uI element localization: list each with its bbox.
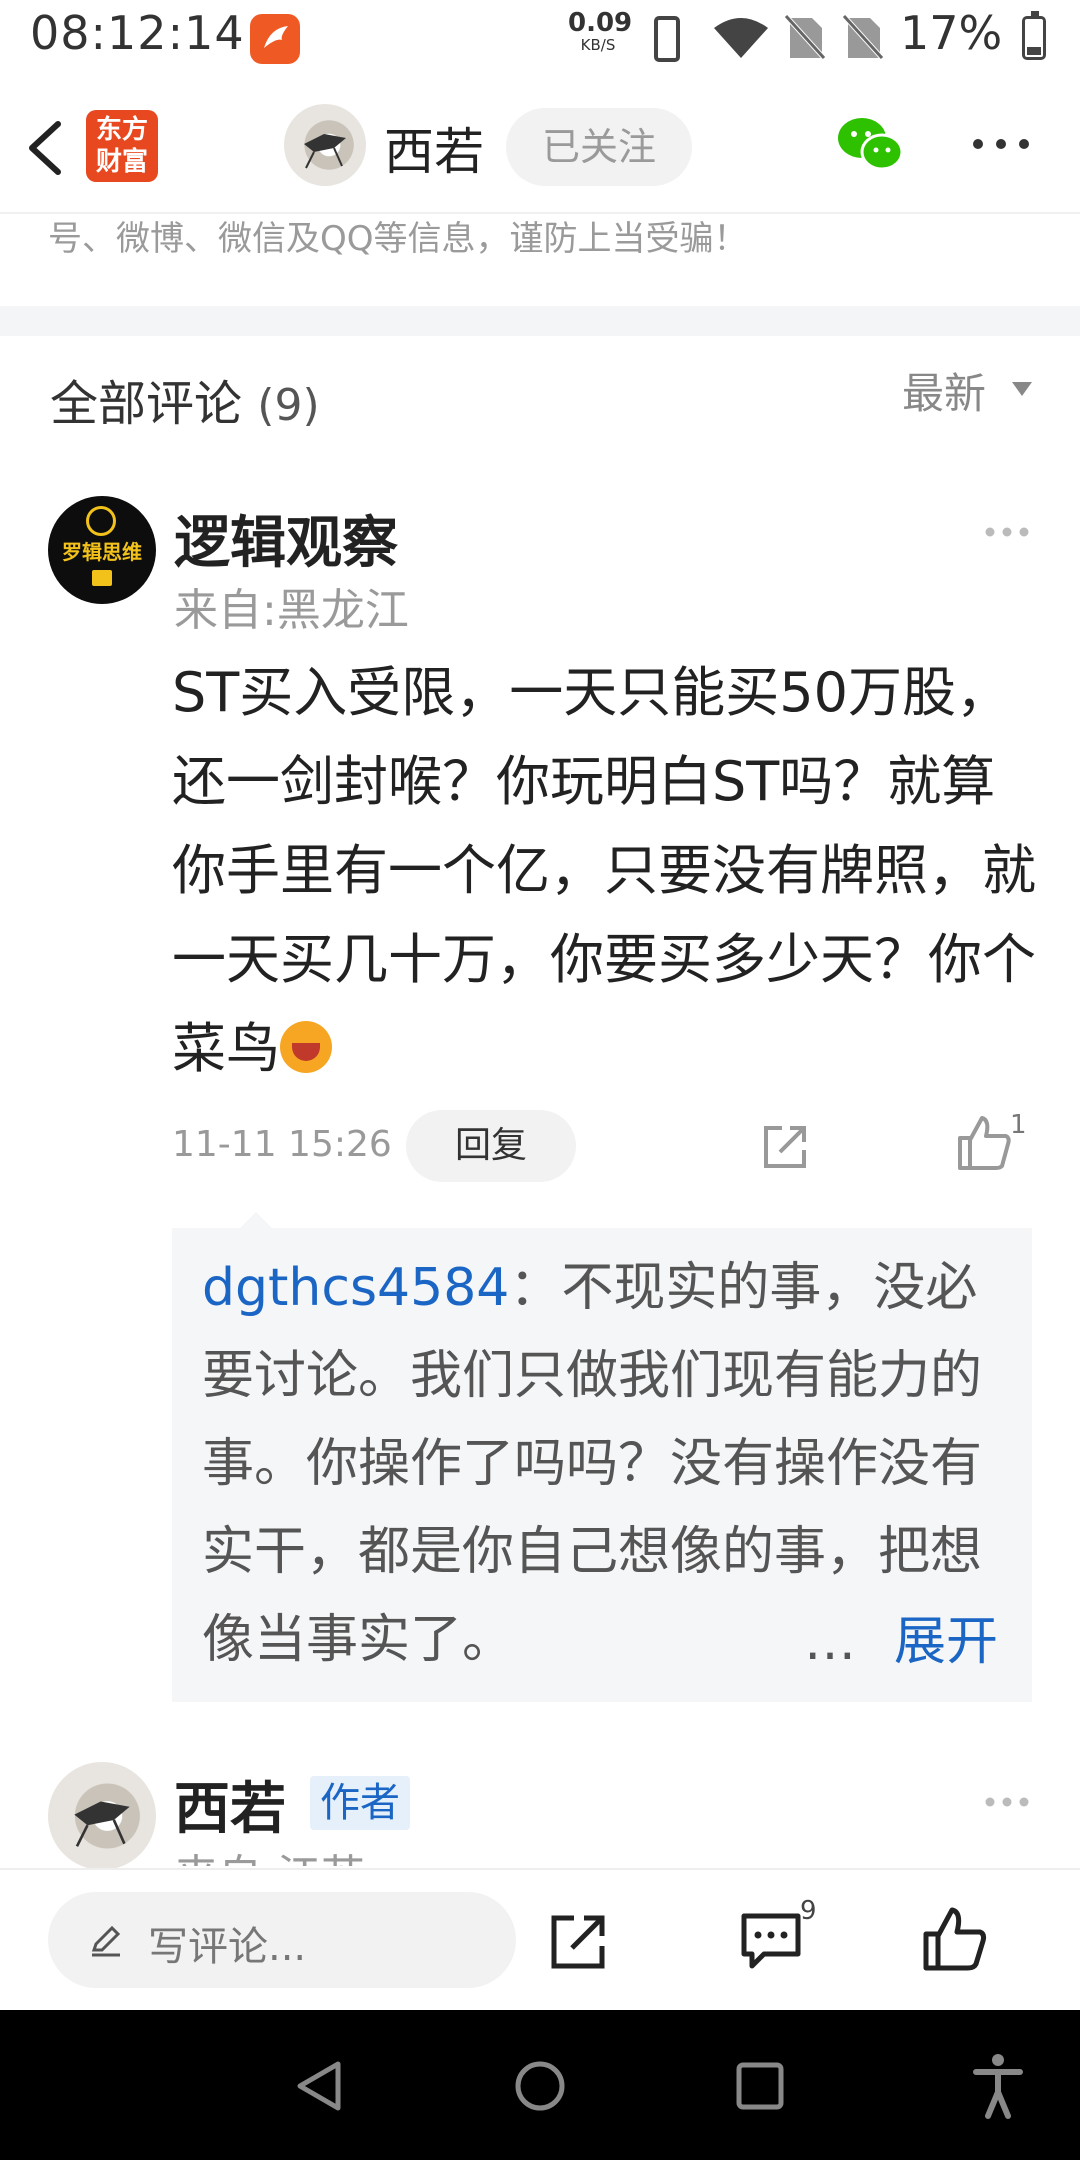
nav-home-icon[interactable] — [512, 2058, 568, 2114]
avatar-logo-text: 罗辑思维 — [62, 540, 142, 564]
author-comment-location: 来自:江苏 — [174, 1840, 365, 1866]
caret-down-icon[interactable] — [1012, 382, 1032, 396]
author-avatar[interactable] — [284, 104, 366, 186]
wifi-icon — [714, 18, 768, 58]
reply-text: ：不现实的事，没必要讨论。我们只做我们现有能力的事。你操作了吗吗？没有操作没有实… — [202, 1258, 983, 1670]
nav-recent-apps-icon[interactable] — [734, 2060, 786, 2112]
like-count: 1 — [1010, 1110, 1027, 1140]
accessibility-icon[interactable] — [970, 2052, 1026, 2120]
comment-body: ST买入受限，一天只能买50万股，还一剑封喉？你玩明白ST吗？就算你手里有一个亿… — [172, 648, 1038, 1093]
follow-button[interactable]: 已关注 — [506, 108, 692, 186]
like-icon[interactable] — [956, 1114, 1012, 1172]
write-comment-input[interactable]: 写评论... — [48, 1892, 516, 1988]
reply-body: dgthcs4584：不现实的事，没必要讨论。我们只做我们现有能力的事。你操作了… — [202, 1244, 1010, 1684]
author-comment-avatar[interactable] — [48, 1762, 156, 1870]
reply-button[interactable]: 回复 — [406, 1110, 576, 1182]
network-speed-value: 0.09 — [568, 8, 633, 38]
author-comment-name[interactable]: 西若 — [174, 1764, 286, 1845]
no-sim-icon-2 — [842, 14, 884, 60]
comment-text: ST买入受限，一天只能买50万股，还一剑封喉？你玩明白ST吗？就算你手里有一个亿… — [172, 661, 1036, 1080]
reply-ellipsis: … — [790, 1598, 856, 1686]
pencil-icon — [91, 1925, 121, 1957]
app-notification-icon — [250, 14, 300, 64]
author-badge: 作者 — [310, 1776, 410, 1830]
back-button[interactable] — [18, 108, 78, 188]
logo-text-line1: 东方 — [95, 115, 148, 145]
comments-count: (9) — [257, 380, 320, 431]
app-logo[interactable]: 东方 财富 — [86, 110, 158, 182]
section-divider — [0, 306, 1080, 336]
logo-text-line2: 财富 — [95, 147, 148, 177]
comment-more-icon[interactable] — [982, 524, 1032, 540]
sort-dropdown[interactable]: 最新 — [902, 360, 986, 421]
share-icon[interactable] — [548, 1912, 608, 1972]
status-bar: 08:12:14 0.09 KB/S 17% — [0, 0, 1080, 80]
comments-title: 全部评论 — [50, 376, 243, 432]
battery-percent: 17% — [900, 6, 1003, 60]
comment-timestamp: 11-11 15:26 — [172, 1124, 392, 1165]
nav-back-icon[interactable] — [292, 2058, 348, 2114]
network-speed: 0.09 KB/S — [568, 8, 633, 56]
comments-icon[interactable] — [738, 1910, 804, 1972]
commenter-location: 来自:黑龙江 — [174, 585, 409, 636]
share-icon[interactable] — [760, 1120, 812, 1172]
reply-username[interactable]: dgthcs4584 — [202, 1258, 509, 1318]
expand-link[interactable]: 展开 — [894, 1598, 999, 1686]
comment-more-icon[interactable] — [982, 1794, 1032, 1810]
no-sim-icon — [784, 14, 826, 60]
comments-header: 全部评论 (9) — [50, 364, 320, 434]
author-name[interactable]: 西若 — [384, 112, 484, 184]
commenter-avatar[interactable]: 罗辑思维 — [48, 496, 156, 604]
comments-count-badge: 9 — [800, 1896, 817, 1926]
comment-placeholder: 写评论... — [148, 1924, 307, 1970]
top-navigation: 东方 财富 西若 已关注 — [0, 80, 1080, 214]
phone-vibrate-icon — [654, 16, 680, 62]
more-options-button[interactable] — [966, 124, 1036, 164]
like-icon[interactable] — [922, 1906, 988, 1972]
wechat-share-icon[interactable] — [836, 114, 906, 174]
battery-icon — [1022, 11, 1046, 60]
commenter-name[interactable]: 逻辑观察 — [174, 498, 398, 579]
status-time: 08:12:14 — [30, 6, 245, 60]
fraud-warning-notice: 号、微博、微信及QQ等信息，谨防上当受骗！ — [48, 219, 748, 259]
laughing-emoji-icon — [280, 1021, 332, 1073]
